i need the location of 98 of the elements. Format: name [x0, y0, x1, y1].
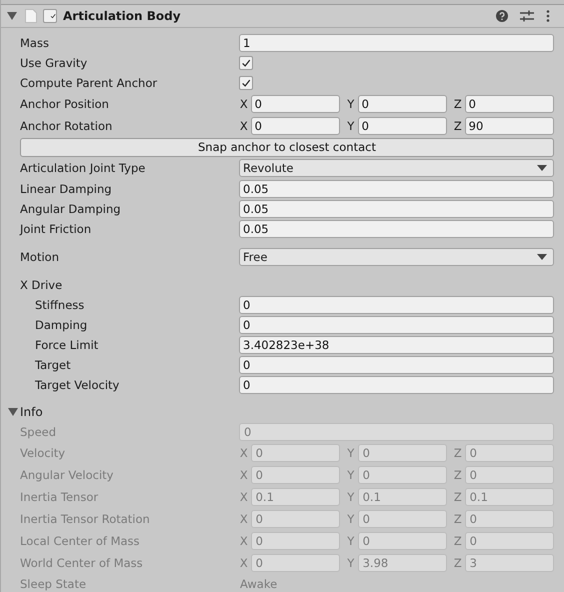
number-field[interactable]: 0.05 — [239, 180, 554, 198]
axis-label: Y — [346, 490, 356, 504]
number-field[interactable]: 0.05 — [239, 200, 554, 218]
readonly-value: 0 — [250, 554, 340, 572]
number-field[interactable]: 90 — [464, 117, 554, 135]
field-label: Inertia Tensor — [20, 490, 100, 504]
field-label: Joint Friction — [20, 222, 92, 236]
readonly-value: 0 — [358, 510, 447, 528]
axis-label: Y — [346, 556, 356, 570]
component-title: Articulation Body — [63, 9, 181, 23]
field-label: Target — [34, 358, 72, 372]
readonly-value: 0 — [358, 466, 447, 484]
number-field[interactable]: 0 — [358, 117, 447, 135]
readonly-value: 0 — [250, 444, 340, 462]
axis-label: Z — [453, 446, 463, 460]
caret-icon — [537, 254, 547, 260]
axis-label: Z — [453, 534, 463, 548]
readonly-value: 3 — [464, 554, 554, 572]
field-label: Target Velocity — [34, 378, 120, 392]
field-label: Stiffness — [34, 298, 86, 312]
field-label: X Drive — [20, 278, 64, 292]
readonly-value: 0 — [464, 532, 554, 550]
field-label: Inertia Tensor Rotation — [20, 512, 151, 526]
field-label: Articulation Joint Type — [20, 161, 146, 175]
field-label: Force Limit — [34, 338, 100, 352]
axis-label: Y — [346, 534, 356, 548]
readonly-value: 0.1 — [464, 488, 554, 506]
axis-label: Y — [346, 97, 356, 111]
readonly-value: 0 — [358, 444, 447, 462]
field-label: Anchor Position — [20, 97, 110, 111]
readonly-value: 0 — [464, 444, 554, 462]
axis-label: Z — [453, 119, 463, 133]
axis-label: X — [239, 534, 249, 548]
field-label: Compute Parent Anchor — [20, 76, 158, 90]
axis-label: Z — [453, 556, 463, 570]
axis-label: X — [239, 119, 249, 133]
number-field[interactable]: 0 — [358, 95, 447, 113]
axis-label: Y — [346, 119, 356, 133]
checkbox[interactable] — [239, 76, 253, 90]
field-label: Sleep State — [20, 577, 88, 591]
axis-label: X — [239, 490, 249, 504]
snap-button[interactable]: Snap anchor to closest contact — [20, 138, 554, 156]
readonly-value: 0.1 — [358, 488, 447, 506]
readonly-value: 0 — [464, 466, 554, 484]
axis-label: X — [239, 468, 249, 482]
readonly-value: 3.98 — [358, 554, 447, 572]
number-field[interactable]: 0 — [239, 316, 554, 334]
field-label: Motion — [20, 250, 60, 264]
number-field[interactable]: 0.05 — [239, 220, 554, 238]
settings-icon[interactable] — [520, 10, 534, 22]
readonly-value: 0 — [239, 423, 554, 441]
axis-label: Z — [453, 512, 463, 526]
number-field[interactable]: 0 — [250, 95, 340, 113]
axis-label: X — [239, 97, 249, 111]
field-label: Velocity — [20, 446, 66, 460]
field-label: Angular Velocity — [20, 468, 114, 482]
number-field[interactable]: 0 — [239, 376, 554, 394]
axis-label: Y — [346, 468, 356, 482]
axis-label: X — [239, 512, 249, 526]
number-field[interactable]: 0 — [250, 117, 340, 135]
number-field[interactable]: 0 — [464, 95, 554, 113]
enabled-checkbox[interactable] — [43, 9, 57, 23]
field-label: World Center of Mass — [20, 556, 144, 570]
caret-icon — [537, 165, 547, 171]
axis-label: Y — [346, 512, 356, 526]
field-label: Angular Damping — [20, 202, 122, 216]
number-field[interactable]: 0 — [239, 296, 554, 314]
field-label: Anchor Rotation — [20, 119, 114, 133]
axis-label: Z — [453, 97, 463, 111]
number-field[interactable]: 3.402823e+38 — [239, 336, 554, 354]
field-label: Damping — [34, 318, 88, 332]
number-field[interactable]: 1 — [239, 34, 554, 52]
more-menu-icon[interactable] — [546, 10, 550, 22]
axis-label: Z — [453, 490, 463, 504]
field-label: Mass — [20, 36, 50, 50]
field-label: Local Center of Mass — [20, 534, 141, 548]
dropdown[interactable]: Free — [239, 248, 554, 266]
axis-label: X — [239, 446, 249, 460]
readonly-value: 0 — [250, 510, 340, 528]
foldout-arrow-icon[interactable] — [7, 11, 17, 21]
field-label: Use Gravity — [20, 56, 88, 70]
readonly-value: 0 — [250, 532, 340, 550]
number-field[interactable]: 0 — [239, 356, 554, 374]
axis-label: X — [239, 556, 249, 570]
field-value: Awake — [239, 577, 278, 591]
readonly-value: 0 — [464, 510, 554, 528]
document-icon — [25, 9, 37, 23]
field-label: Speed — [20, 425, 58, 439]
axis-label: Y — [346, 446, 356, 460]
readonly-value: 0 — [358, 532, 447, 550]
checkbox[interactable] — [239, 56, 253, 70]
axis-label: Z — [453, 468, 463, 482]
readonly-value: 0.1 — [250, 488, 340, 506]
field-label: Linear Damping — [20, 182, 113, 196]
dropdown[interactable]: Revolute — [239, 159, 554, 177]
readonly-value: 0 — [250, 466, 340, 484]
help-icon[interactable] — [496, 10, 508, 22]
check-icon — [50, 11, 56, 21]
